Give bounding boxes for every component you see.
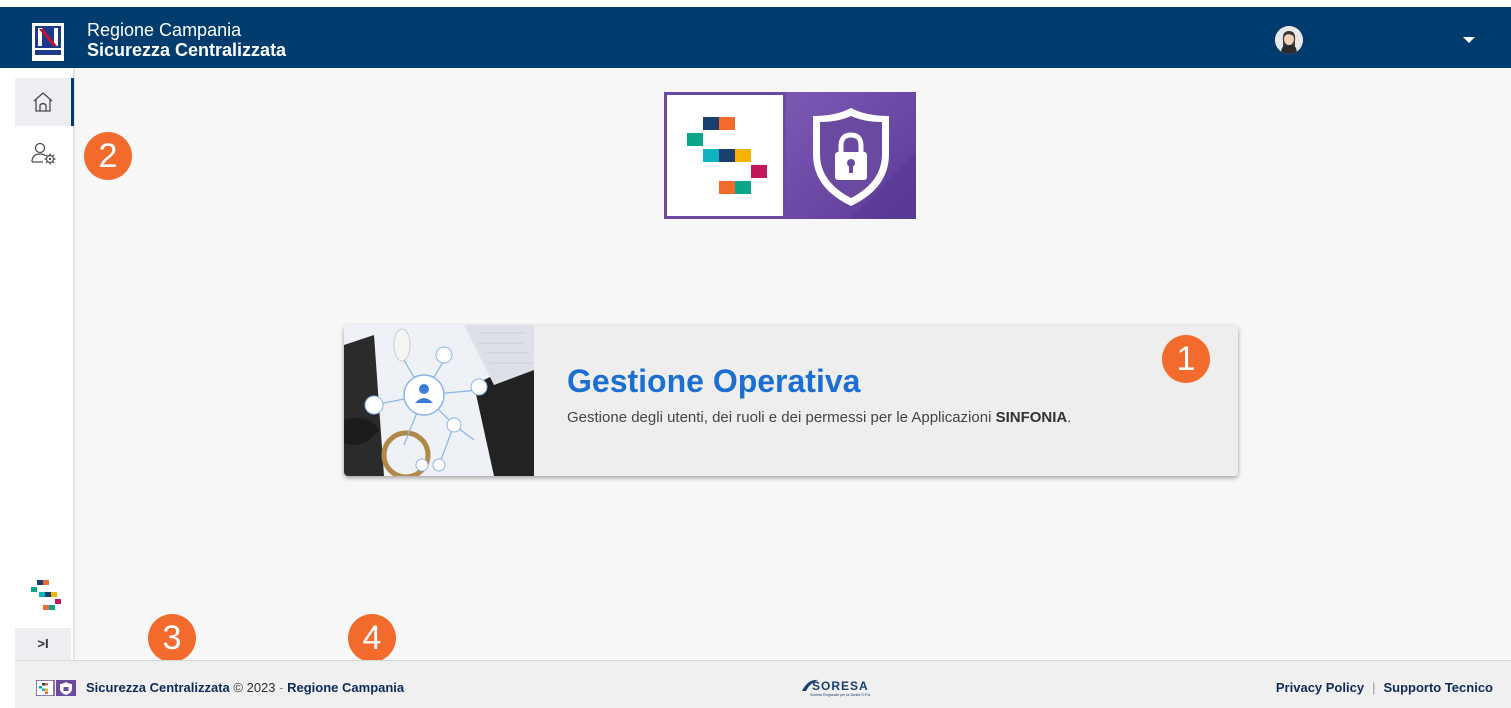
- home-icon: [33, 92, 53, 112]
- app-header: Regione Campania Sicurezza Centralizzata: [0, 7, 1511, 68]
- shield-lock-icon: [786, 92, 916, 219]
- gestione-operativa-card[interactable]: Gestione Operativa Gestione degli utenti…: [344, 325, 1238, 476]
- supporto-tecnico-link[interactable]: Supporto Tecnico: [1383, 680, 1493, 695]
- header-title-line1: Regione Campania: [87, 20, 242, 40]
- annotation-badge-1: 1: [1162, 335, 1210, 383]
- card-network-image: [344, 325, 534, 476]
- soresa-tagline: Società Regionale per la Sanità S.P.A.: [810, 693, 871, 697]
- card-title: Gestione Operativa: [567, 363, 861, 399]
- annotation-badge-3: 3: [148, 614, 196, 662]
- user-gear-icon: [31, 142, 56, 165]
- header-title-line2: Sicurezza Centralizzata: [87, 40, 287, 60]
- footer-app-name-link[interactable]: Sicurezza Centralizzata: [86, 680, 230, 695]
- footer-pipe-separator: |: [1372, 680, 1376, 695]
- footer-app-logo: [35, 679, 76, 697]
- user-menu-caret-down-icon[interactable]: [1463, 37, 1475, 43]
- footer-left-text: Sicurezza Centralizzata © 2023 - Regione…: [86, 680, 404, 695]
- footer-separator: -: [279, 680, 284, 695]
- sidebar-item-user-settings[interactable]: [15, 130, 71, 178]
- user-avatar-icon[interactable]: [1275, 26, 1303, 54]
- sidebar-item-home[interactable]: [15, 78, 74, 126]
- annotation-badge-2: 2: [84, 132, 132, 180]
- top-frame: [0, 0, 1511, 7]
- footer-right-links: Privacy Policy | Supporto Tecnico: [1276, 680, 1493, 695]
- privacy-policy-link[interactable]: Privacy Policy: [1276, 680, 1364, 695]
- card-description: Gestione degli utenti, dei ruoli e dei p…: [567, 409, 1072, 426]
- soresa-logo: SORESA Società Regionale per la Sanità S…: [800, 677, 906, 697]
- sidebar: >I: [15, 68, 75, 660]
- footer-region-link[interactable]: Regione Campania: [287, 680, 404, 695]
- sinfonia-logo: [664, 92, 786, 219]
- sinfonia-small-logo: [23, 578, 63, 618]
- footer-copyright: © 2023: [233, 680, 276, 695]
- sidebar-collapse-button[interactable]: >I: [15, 628, 71, 660]
- soresa-logo-text: SORESA: [812, 679, 869, 693]
- app-brand-logo: [664, 92, 916, 219]
- annotation-badge-4: 4: [348, 614, 396, 662]
- regione-campania-logo: [32, 23, 64, 61]
- app-footer: Sicurezza Centralizzata © 2023 - Regione…: [15, 660, 1511, 708]
